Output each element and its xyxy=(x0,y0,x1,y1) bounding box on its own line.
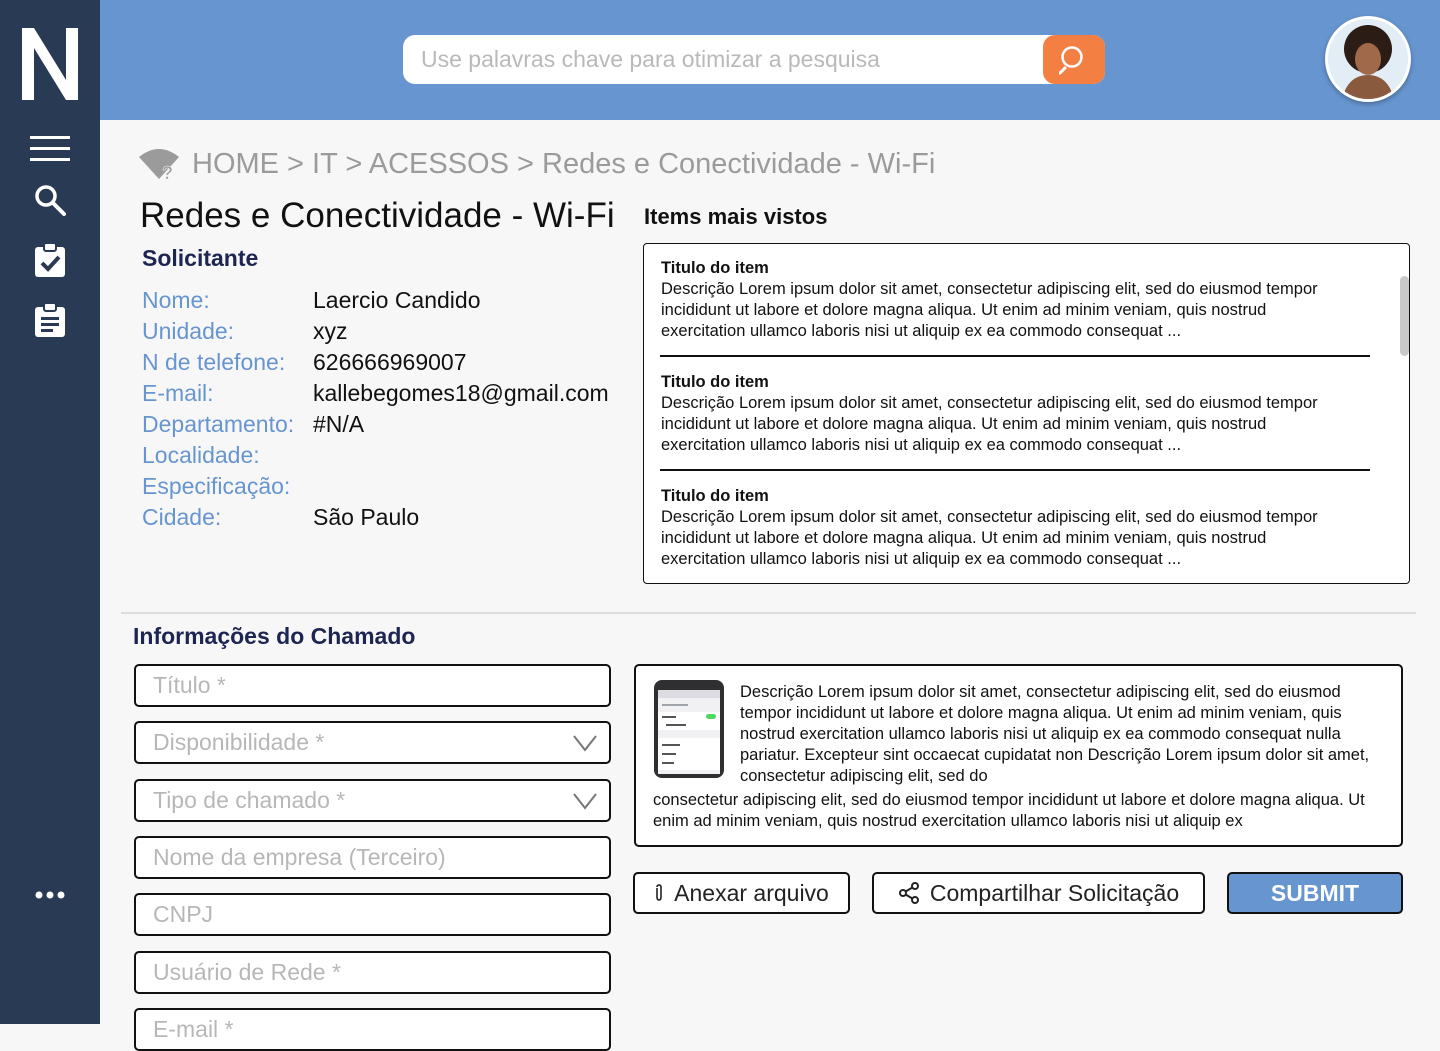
breadcrumb: ? HOME > IT > ACESSOS > Redes e Conectiv… xyxy=(138,144,935,184)
scrollbar[interactable] xyxy=(1400,276,1409,356)
divider xyxy=(121,612,1416,614)
attach-file-label: Anexar arquivo xyxy=(674,879,829,906)
chevron-down-icon xyxy=(573,735,597,752)
search-input[interactable] xyxy=(421,35,1031,84)
availability-select[interactable] xyxy=(134,721,611,764)
name-label: Nome: xyxy=(142,287,210,313)
email-value: kallebegomes18@gmail.com xyxy=(313,380,609,406)
page-title: Redes e Conectividade - Wi-Fi xyxy=(140,196,615,235)
menu-icon[interactable] xyxy=(29,128,71,170)
app-logo[interactable] xyxy=(22,24,78,104)
email-field[interactable] xyxy=(134,1008,611,1051)
sidebar xyxy=(0,0,100,1024)
paperclip-icon xyxy=(656,884,662,901)
avatar[interactable] xyxy=(1325,16,1411,102)
department-label: Departamento: xyxy=(142,411,295,437)
user-avatar xyxy=(1328,19,1408,99)
breadcrumb-text[interactable]: HOME > IT > ACESSOS > Redes e Conectivid… xyxy=(192,148,935,181)
department-value: #N/A xyxy=(313,411,365,437)
city-value: São Paulo xyxy=(313,504,420,530)
cnpj-input[interactable] xyxy=(153,895,573,934)
clipboard-check-icon[interactable] xyxy=(29,239,71,281)
most-viewed-list[interactable]: Titulo do item Descrição Lorem ipsum dol… xyxy=(643,243,1410,584)
availability-input[interactable] xyxy=(153,723,573,762)
submit-button[interactable]: SUBMIT xyxy=(1227,872,1403,914)
search-button[interactable] xyxy=(1043,35,1105,84)
list-item[interactable]: Titulo do item Descrição Lorem ipsum dol… xyxy=(661,372,1351,456)
phone-wifi-settings-image xyxy=(654,680,724,778)
divider xyxy=(660,469,1370,471)
search-icon xyxy=(1059,45,1083,74)
network-user-field[interactable] xyxy=(134,951,611,994)
most-viewed-title: Items mais vistos xyxy=(644,204,828,229)
phone-value: 626666969007 xyxy=(313,349,467,375)
description-text-continued: consectetur adipiscing elit, sed do eius… xyxy=(653,791,1365,830)
location-label: Localidade: xyxy=(142,442,260,468)
name-value: Laercio Candido xyxy=(313,287,481,313)
item-title: Titulo do item xyxy=(661,373,769,391)
chevron-down-icon xyxy=(573,793,597,810)
item-description: Descrição Lorem ipsum dolor sit amet, co… xyxy=(661,394,1318,454)
unit-label: Unidade: xyxy=(142,318,235,344)
requester-section-title: Solicitante xyxy=(142,245,259,271)
ticket-type-input[interactable] xyxy=(153,781,573,820)
share-request-button[interactable]: Compartilhar Solicitação xyxy=(872,872,1205,914)
city-label: Cidade: xyxy=(142,504,222,530)
attach-file-button[interactable]: Anexar arquivo xyxy=(633,872,850,914)
phone-label: N de telefone: xyxy=(142,349,286,375)
network-user-input[interactable] xyxy=(153,953,573,992)
unit-value: xyz xyxy=(313,318,348,344)
description-box: Descrição Lorem ipsum dolor sit amet, co… xyxy=(634,664,1403,847)
wifi-help-icon: ? xyxy=(139,149,179,181)
ticket-section-title: Informações do Chamado xyxy=(133,623,416,649)
item-description: Descrição Lorem ipsum dolor sit amet, co… xyxy=(661,508,1318,568)
specification-label: Especificação: xyxy=(142,473,291,499)
title-input[interactable] xyxy=(153,666,573,705)
svg-text:?: ? xyxy=(162,163,173,181)
search-bar xyxy=(403,35,1105,84)
item-description: Descrição Lorem ipsum dolor sit amet, co… xyxy=(661,280,1318,340)
more-icon[interactable] xyxy=(29,874,71,916)
item-title: Titulo do item xyxy=(661,487,769,505)
cnpj-field[interactable] xyxy=(134,893,611,936)
email-label: E-mail: xyxy=(142,380,214,406)
share-icon xyxy=(898,882,919,904)
company-name-field[interactable] xyxy=(134,836,611,879)
item-title: Titulo do item xyxy=(661,259,769,277)
divider xyxy=(660,355,1370,357)
title-field[interactable] xyxy=(134,664,611,707)
search-icon[interactable] xyxy=(29,179,71,221)
submit-label: SUBMIT xyxy=(1270,879,1360,906)
company-name-input[interactable] xyxy=(153,838,573,877)
clipboard-list-icon[interactable] xyxy=(29,299,71,341)
description-text: Descrição Lorem ipsum dolor sit amet, co… xyxy=(740,683,1370,785)
share-request-label: Compartilhar Solicitação xyxy=(929,879,1180,906)
ticket-type-select[interactable] xyxy=(134,779,611,822)
list-item[interactable]: Titulo do item Descrição Lorem ipsum dol… xyxy=(661,258,1351,342)
list-item[interactable]: Titulo do item Descrição Lorem ipsum dol… xyxy=(661,486,1351,570)
email-input[interactable] xyxy=(153,1010,573,1049)
